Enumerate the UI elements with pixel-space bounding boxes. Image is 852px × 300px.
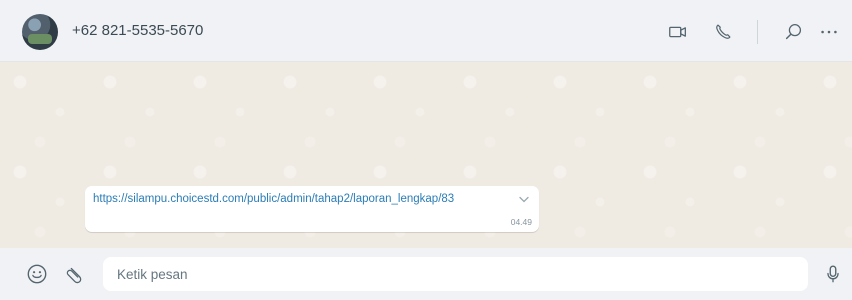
chat-header: +62 821-5535-5670 <box>0 0 852 62</box>
message-list[interactable]: https://silampu.choicestd.com/public/adm… <box>0 62 852 248</box>
video-call-icon[interactable] <box>667 21 689 43</box>
header-divider <box>757 20 758 44</box>
message-bubble[interactable]: https://silampu.choicestd.com/public/adm… <box>85 186 539 232</box>
composer-bar <box>0 248 852 300</box>
contact-name[interactable]: +62 821-5535-5670 <box>72 22 203 39</box>
message-link[interactable]: https://silampu.choicestd.com/public/adm… <box>93 193 513 205</box>
message-input[interactable] <box>103 257 808 291</box>
more-options-icon[interactable] <box>818 21 840 43</box>
chevron-down-icon[interactable] <box>519 196 529 204</box>
whatsapp-chat-window: +62 821-5535-5670 https://silampu.choice… <box>0 0 852 300</box>
contact-avatar[interactable] <box>22 14 58 50</box>
microphone-icon[interactable] <box>822 263 844 285</box>
emoji-icon[interactable] <box>26 263 48 285</box>
message-time: 04.49 <box>510 217 532 227</box>
voice-call-icon[interactable] <box>712 21 734 43</box>
paperclip-icon[interactable] <box>64 263 86 285</box>
search-icon[interactable] <box>783 21 805 43</box>
